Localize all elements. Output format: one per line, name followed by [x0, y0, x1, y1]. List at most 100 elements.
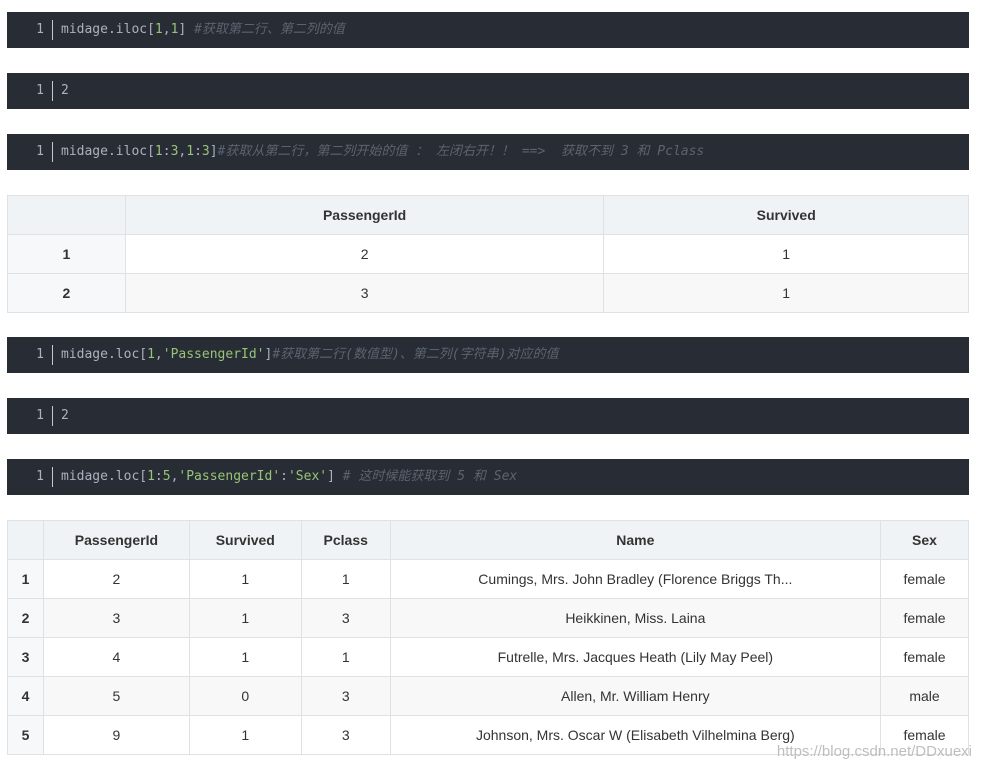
code-token: 2: [61, 83, 69, 98]
table-cell: 3: [42, 598, 190, 638]
table-cell: 2: [42, 559, 190, 599]
table-cell: 3: [124, 273, 605, 313]
table-row: 4 5 0 3 Allen, Mr. William Henry male: [7, 676, 969, 716]
column-header: Name: [389, 520, 882, 560]
table-row: 1 2 1 1 Cumings, Mrs. John Bradley (Florence…: [7, 559, 969, 599]
table-cell: 3: [300, 676, 391, 716]
line-number: 1: [7, 467, 53, 487]
code-comment: #获取第二行(数值型)、第二列(字符串)对应的值: [272, 347, 559, 362]
table-cell: female: [880, 559, 969, 599]
table-row: 2 3 1 3 Heikkinen, Miss. Laina female: [7, 598, 969, 638]
table-cell: 1: [603, 273, 969, 313]
code-number: 1: [147, 347, 155, 362]
table-cell: 1: [188, 637, 302, 677]
table-cell: 4: [42, 637, 190, 677]
table-row: 231: [7, 273, 969, 313]
code-token: midage.iloc[: [61, 22, 155, 37]
table-cell: Cumings, Mrs. John Bradley (Florence Bri…: [389, 559, 882, 599]
index-header: [7, 195, 126, 235]
code-string: 'Sex': [287, 469, 328, 484]
table-cell: 1: [300, 637, 391, 677]
code-token: :: [162, 144, 171, 159]
code-comment: #获取从第二行，第二列开始的值 ： 左闭右开！！ ==> 获取不到 3 和 Pc…: [217, 144, 705, 159]
table-cell: male: [880, 676, 969, 716]
output-block-loc-value: 12: [7, 398, 969, 434]
code-comment: #获取第二行、第二列的值: [194, 22, 345, 37]
code-comment: # 这时候能获取到 5 和 Sex: [342, 469, 518, 484]
code-string: 'PassengerId': [178, 469, 281, 484]
table-row: 3 4 1 1 Futrelle, Mrs. Jacques Heath (Lily M…: [7, 637, 969, 677]
code-line: midage.iloc[1,1] #获取第二行、第二列的值: [53, 20, 345, 40]
row-index-cell: 2: [7, 598, 44, 638]
page: 1 midage.iloc[1,1] #获取第二行、第二列的值 12 1 midag…: [0, 0, 982, 770]
watermark: https://blog.csdn.net/DDxuexi: [776, 743, 972, 760]
table-cell: Allen, Mr. William Henry: [389, 676, 882, 716]
dataframe-table-iloc-slice: PassengerId Survived 121231: [7, 195, 969, 313]
table-cell: 1: [300, 559, 391, 599]
column-header: Survived: [603, 195, 969, 235]
column-header: PassengerId: [124, 195, 605, 235]
line-number: 1: [7, 406, 53, 426]
row-index-cell: 1: [7, 559, 44, 599]
code-number: 1: [186, 144, 195, 159]
code-block-iloc-single: 1 midage.iloc[1,1] #获取第二行、第二列的值: [7, 12, 969, 48]
table-cell: 2: [124, 234, 605, 274]
column-header: Pclass: [300, 520, 391, 560]
table-header-row: PassengerId Survived Pclass Name Sex: [7, 520, 969, 560]
code-number: 1: [147, 469, 155, 484]
code-block-loc-slice: 1 midage.loc[1:5,'PassengerId':'Sex'] # 这…: [7, 459, 969, 495]
table-cell: 1: [603, 234, 969, 274]
table-cell: 1: [188, 715, 302, 755]
dataframe-table-loc-slice: PassengerId Survived Pclass Name Sex 1 2 1 1 Cum…: [7, 520, 969, 755]
code-token: midage.loc[: [61, 469, 148, 484]
column-header: Survived: [188, 520, 302, 560]
code-token: :: [280, 469, 288, 484]
code-line: midage.loc[1:5,'PassengerId':'Sex'] # 这时…: [53, 467, 517, 487]
code-token: ,: [162, 22, 171, 37]
code-block-iloc-slice: 1 midage.iloc[1:3,1:3]#获取从第二行，第二列开始的值 ： 左…: [7, 134, 969, 170]
output-block-iloc-value: 12: [7, 73, 969, 109]
table-cell: 9: [42, 715, 190, 755]
code-line: midage.loc[1,'PassengerId']#获取第二行(数值型)、第…: [53, 345, 558, 365]
code-token: midage.loc[: [61, 347, 148, 362]
code-token: ]: [327, 469, 343, 484]
code-token: ]: [209, 144, 218, 159]
table-cell: Heikkinen, Miss. Laina: [389, 598, 882, 638]
code-number: 3: [201, 144, 210, 159]
table-cell: Futrelle, Mrs. Jacques Heath (Lily May P…: [389, 637, 882, 677]
line-number: 1: [7, 345, 53, 365]
code-token: :: [194, 144, 202, 159]
code-line: midage.iloc[1:3,1:3]#获取从第二行，第二列开始的值 ： 左闭…: [53, 142, 704, 162]
code-token: ,: [154, 347, 163, 362]
code-number: 5: [162, 469, 171, 484]
table-cell: 3: [300, 598, 391, 638]
table-cell: female: [880, 637, 969, 677]
code-string: 'PassengerId': [162, 347, 265, 362]
table-cell: 3: [300, 715, 391, 755]
table-cell: 5: [42, 676, 190, 716]
row-index-cell: 3: [7, 637, 44, 677]
column-header: PassengerId: [42, 520, 190, 560]
code-token: ]: [178, 22, 195, 37]
code-number: 1: [154, 22, 163, 37]
row-index-cell: 1: [7, 234, 126, 274]
code-block-loc-single: 1 midage.loc[1,'PassengerId']#获取第二行(数值型)、…: [7, 337, 969, 373]
table-row: 121: [7, 234, 969, 274]
code-token: midage.iloc[: [61, 144, 155, 159]
table-cell: 1: [188, 598, 302, 638]
code-line: 2: [53, 81, 69, 101]
code-token: 2: [61, 408, 69, 423]
column-header: Sex: [880, 520, 969, 560]
table-cell: female: [880, 598, 969, 638]
line-number: 1: [7, 20, 53, 40]
line-number: 1: [7, 81, 53, 101]
row-index-cell: 4: [7, 676, 44, 716]
code-line: 2: [53, 406, 69, 426]
row-index-cell: 2: [7, 273, 126, 313]
table-header-row: PassengerId Survived: [7, 195, 969, 235]
table-cell: 1: [188, 559, 302, 599]
row-index-cell: 5: [7, 715, 44, 755]
table-cell: 0: [188, 676, 302, 716]
index-header: [7, 520, 44, 560]
code-token: :: [154, 469, 163, 484]
